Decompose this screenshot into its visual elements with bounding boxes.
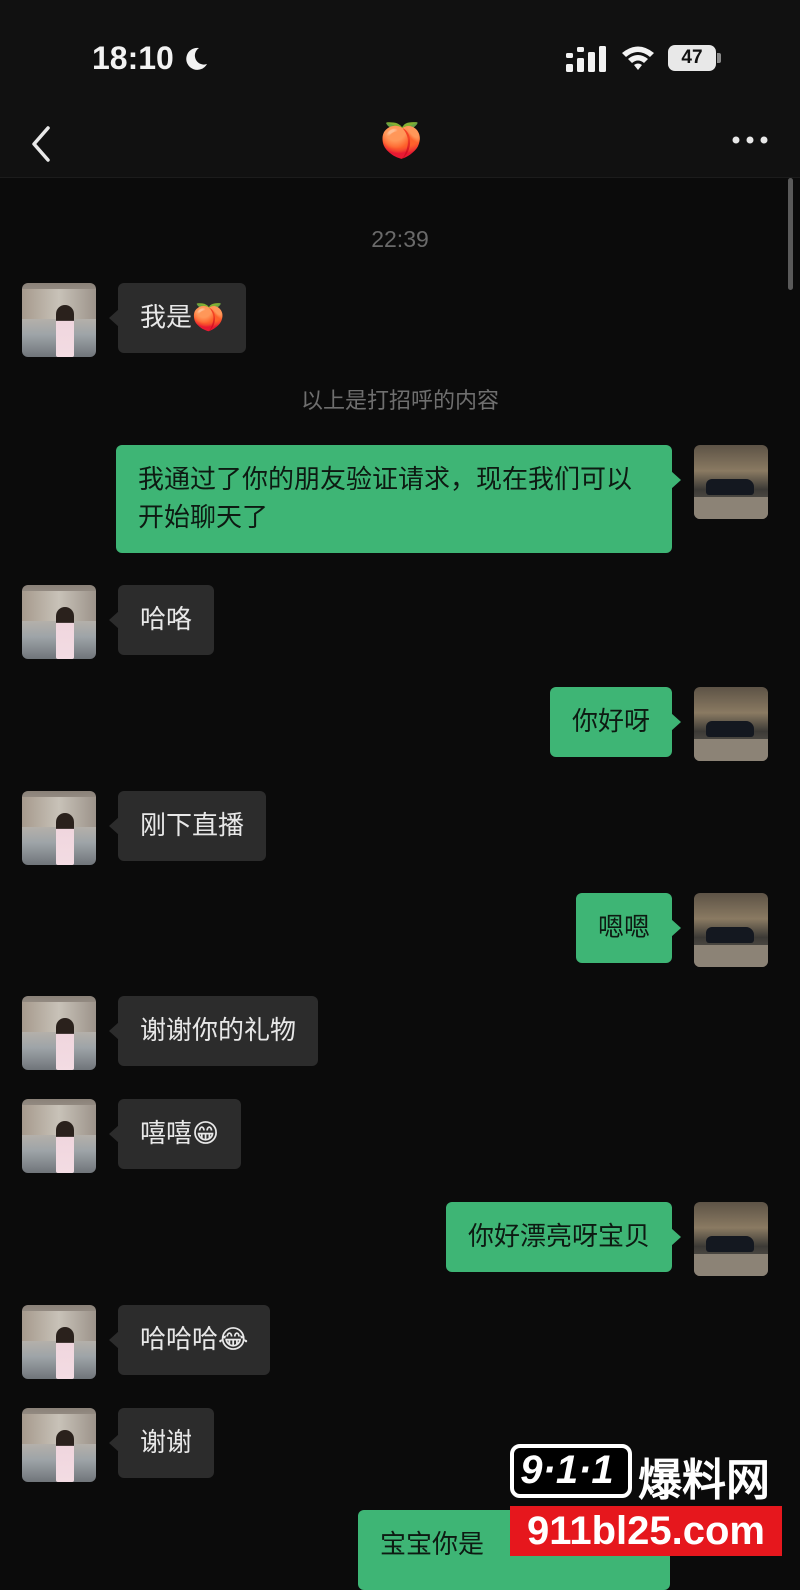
- chevron-left-icon[interactable]: [28, 122, 54, 166]
- message-bubble-incoming[interactable]: 谢谢: [108, 1408, 215, 1478]
- avatar-photo-person: [56, 1327, 74, 1379]
- message-bubble-incoming[interactable]: 嘻嘻😁: [108, 1099, 242, 1169]
- message-bubble-outgoing[interactable]: 嗯嗯: [575, 893, 682, 963]
- avatar-photo-ground: [694, 1254, 768, 1276]
- contact-avatar[interactable]: [22, 1408, 96, 1482]
- avatar-photo-person: [56, 813, 74, 865]
- watermark: 9·1·1 爆料网 911bl25.com: [510, 1444, 790, 1574]
- avatar-photo-ground: [694, 739, 768, 761]
- contact-avatar[interactable]: [22, 1305, 96, 1379]
- status-bar: 18:10 47: [0, 0, 800, 110]
- chat-header: 🍑: [0, 110, 800, 178]
- avatar-photo-person: [56, 1121, 74, 1173]
- avatar-photo-car: [706, 721, 754, 737]
- avatar-photo-ground: [694, 945, 768, 967]
- wifi-icon: [622, 46, 654, 70]
- message-bubble-incoming[interactable]: 哈哈哈😂: [108, 1305, 271, 1375]
- message-bubble-incoming[interactable]: 谢谢你的礼物: [108, 996, 319, 1066]
- message-bubble-incoming[interactable]: 哈咯: [108, 585, 215, 655]
- moon-icon: [186, 47, 207, 70]
- avatar-photo-ground: [694, 497, 768, 519]
- avatar-photo-car: [706, 1236, 754, 1252]
- message-bubble-outgoing[interactable]: 你好呀: [549, 687, 682, 757]
- battery-icon: 47: [668, 45, 721, 71]
- avatar-photo-person: [56, 607, 74, 659]
- battery-tip: [717, 53, 721, 63]
- avatar-photo-person: [56, 1430, 74, 1482]
- chat-message-list[interactable]: 22:39 我是🍑 以上是打招呼的内容 我通过了你的朋友验证请求，现在我们可以开…: [0, 178, 800, 1590]
- my-avatar[interactable]: [694, 445, 768, 519]
- watermark-logo-number: 9·1·1: [520, 1448, 614, 1492]
- status-time: 18:10: [92, 40, 174, 76]
- contact-avatar[interactable]: [22, 996, 96, 1070]
- avatar-photo-person: [56, 305, 74, 357]
- battery-level: 47: [681, 47, 703, 68]
- message-bubble-incoming[interactable]: 刚下直播: [108, 791, 267, 861]
- contact-avatar[interactable]: [22, 791, 96, 865]
- watermark-url: 911bl25.com: [527, 1509, 765, 1553]
- avatar-photo-car: [706, 479, 754, 495]
- contact-avatar[interactable]: [22, 1099, 96, 1173]
- chat-title: 🍑: [380, 121, 423, 161]
- system-note: 以上是打招呼的内容: [300, 389, 499, 414]
- message-bubble-incoming[interactable]: 我是🍑: [108, 283, 247, 353]
- watermark-logo-text: 爆料网: [638, 1455, 770, 1506]
- my-avatar[interactable]: [694, 687, 768, 761]
- avatar-photo-car: [706, 927, 754, 943]
- more-horizontal-icon[interactable]: [730, 134, 770, 146]
- my-avatar[interactable]: [694, 893, 768, 967]
- signal-icon: [566, 46, 606, 72]
- time-separator: 22:39: [371, 226, 429, 252]
- contact-avatar[interactable]: [22, 283, 96, 357]
- message-bubble-outgoing[interactable]: 我通过了你的朋友验证请求，现在我们可以开始聊天了: [116, 445, 681, 553]
- my-avatar[interactable]: [694, 1202, 768, 1276]
- contact-avatar[interactable]: [22, 585, 96, 659]
- message-bubble-outgoing[interactable]: 你好漂亮呀宝贝: [445, 1202, 682, 1272]
- avatar-photo-person: [56, 1018, 74, 1070]
